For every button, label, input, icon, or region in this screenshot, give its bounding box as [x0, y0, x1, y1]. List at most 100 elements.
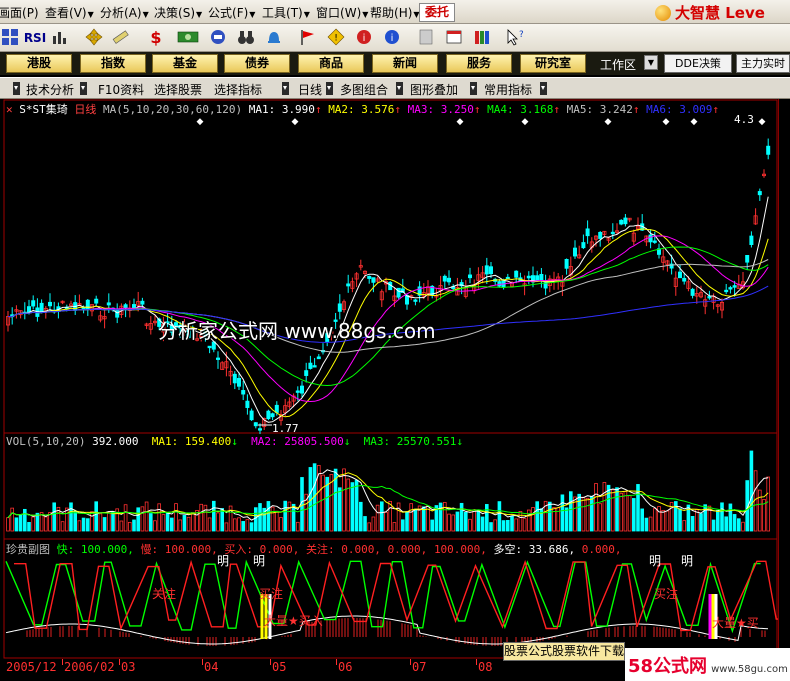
bell-icon[interactable] [264, 28, 284, 48]
axis-tick [62, 659, 63, 665]
tab-select-stock[interactable]: 选择股票 [154, 81, 202, 98]
volume-bar [363, 516, 367, 532]
candle-body [207, 345, 212, 349]
move-icon[interactable] [84, 28, 104, 48]
tab-separator-icon [470, 82, 477, 95]
money-icon[interactable] [176, 28, 200, 48]
tab-separator-icon [13, 82, 20, 95]
warning-icon[interactable]: ! [326, 28, 346, 48]
menu-item-analysis[interactable]: 分析(A)▼ [100, 4, 149, 21]
candle-body [446, 277, 451, 283]
tab-overlay[interactable]: 图形叠加 [410, 81, 458, 98]
blue-circle-icon[interactable]: i [382, 28, 402, 48]
ming-label: 明 [681, 554, 694, 568]
flag-icon[interactable] [298, 28, 318, 48]
dde-button[interactable]: DDE决策 [664, 54, 732, 73]
date-label: 07 [412, 660, 427, 674]
app-logo: 大智慧 Leve [655, 2, 765, 22]
nav-fund-button[interactable]: 基金 [152, 54, 218, 73]
tab-separator-icon [396, 82, 403, 95]
tab-separator-icon [282, 82, 289, 95]
axis-tick [202, 659, 203, 665]
grid-icon[interactable] [0, 28, 20, 48]
stock-chart[interactable]: ◆ ◆ ◆ ◆ ◆ ◆ ◆ ◆ [0, 99, 778, 659]
volume-bar [413, 508, 418, 532]
menu-item-formula[interactable]: 公式(F)▼ [208, 4, 255, 21]
volume-bar [615, 487, 619, 532]
software-download-banner[interactable]: 股票公式股票软件下载 [503, 642, 625, 661]
menu-item-view[interactable]: 查看(V)▼ [45, 4, 94, 21]
site-logo[interactable]: 58公式网 www.58gu.com [628, 652, 788, 678]
tab-daily[interactable]: 日线 [298, 81, 322, 98]
tab-common-indicator[interactable]: 常用指标 [484, 81, 532, 98]
date-label: 04 [204, 660, 219, 674]
nav-hk-stocks-button[interactable]: 港股 [6, 54, 72, 73]
menu-item-view-screen[interactable]: 画面(P) [0, 4, 39, 21]
volume-bar [22, 508, 27, 532]
candle-body [652, 240, 657, 243]
window-icon[interactable] [444, 28, 464, 48]
vol-ma1: MA1: 159.400 [151, 435, 232, 448]
function-tab-row: 技术分析 F10资料 选择股票 选择指标 日线 多图组合 图形叠加 常用指标 [0, 77, 790, 99]
volume-bar [258, 503, 262, 532]
tab-multi-chart[interactable]: 多图组合 [340, 81, 388, 98]
help-cursor-icon[interactable]: ? [504, 28, 524, 48]
svg-text:i: i [363, 33, 366, 44]
nav-commodity-button[interactable]: 商品 [298, 54, 364, 73]
workspace-dropdown-icon[interactable]: ▼ [644, 55, 658, 70]
menu-item-help[interactable]: 帮助(H)▼ [370, 4, 420, 21]
nav-service-button[interactable]: 服务 [446, 54, 512, 73]
candle-body [39, 302, 44, 313]
marker-icon: ◆ [522, 117, 529, 127]
nav-research-button[interactable]: 研究室 [520, 54, 586, 73]
nav-news-button[interactable]: 新闻 [372, 54, 438, 73]
volume-bar [165, 512, 170, 532]
books-icon[interactable] [472, 28, 492, 48]
candle-body [573, 247, 578, 257]
main-force-button[interactable]: 主力实时 [736, 54, 790, 73]
menu-item-tools[interactable]: 工具(T)▼ [262, 4, 310, 21]
volume-bar [86, 518, 90, 532]
tab-select-indicator[interactable]: 选择指标 [214, 81, 262, 98]
volume-bar [220, 508, 225, 532]
candle-body [623, 217, 628, 225]
indicator-icon[interactable] [50, 28, 70, 48]
ruler-icon[interactable] [110, 28, 130, 48]
ma-params: MA(5,10,20,30,60,120) [103, 103, 243, 116]
axis-tick [410, 659, 411, 665]
right-scrollbar[interactable] [778, 99, 790, 659]
down-arrow-icon: ↓ [231, 435, 238, 448]
up-arrow-icon: ↑ [712, 103, 719, 116]
document-icon[interactable] [416, 28, 436, 48]
tab-f10[interactable]: F10资料 [98, 81, 144, 98]
candle-body [488, 266, 493, 275]
rsi-button[interactable]: RSI [22, 28, 48, 48]
up-arrow-icon: ↑ [394, 103, 402, 116]
volume-bar [489, 522, 493, 532]
tab-technical-analysis[interactable]: 技术分析 [26, 81, 74, 98]
nav-index-button[interactable]: 指数 [80, 54, 146, 73]
date-label: 03 [121, 660, 136, 674]
dollar-icon[interactable]: $ [146, 28, 166, 48]
coin-icon[interactable] [208, 28, 228, 48]
ind-kuai: 快: 100.000, [56, 543, 134, 556]
svg-text:i: i [391, 33, 394, 44]
candle-body [467, 274, 472, 279]
volume-bar [249, 522, 254, 532]
candle-body [337, 303, 342, 312]
binoculars-icon[interactable] [236, 28, 256, 48]
menu-item-decision[interactable]: 决策(S)▼ [154, 4, 202, 21]
red-circle-icon[interactable]: i [354, 28, 374, 48]
up-arrow-icon: ↑ [314, 103, 322, 116]
nav-bond-button[interactable]: 债券 [224, 54, 290, 73]
ma4-value: MA4: 3.168 [487, 103, 554, 116]
volume-bar [69, 502, 73, 532]
volume-bar [703, 504, 707, 532]
date-label: 05 [272, 660, 287, 674]
candle-body [732, 285, 737, 288]
menu-item-window[interactable]: 窗口(W)▼ [316, 4, 368, 21]
date-label: 2005/12 [6, 660, 57, 674]
vol-value: 392.000 [92, 435, 139, 448]
weituo-button[interactable]: 委托 [419, 3, 455, 22]
candle-body [241, 390, 246, 395]
